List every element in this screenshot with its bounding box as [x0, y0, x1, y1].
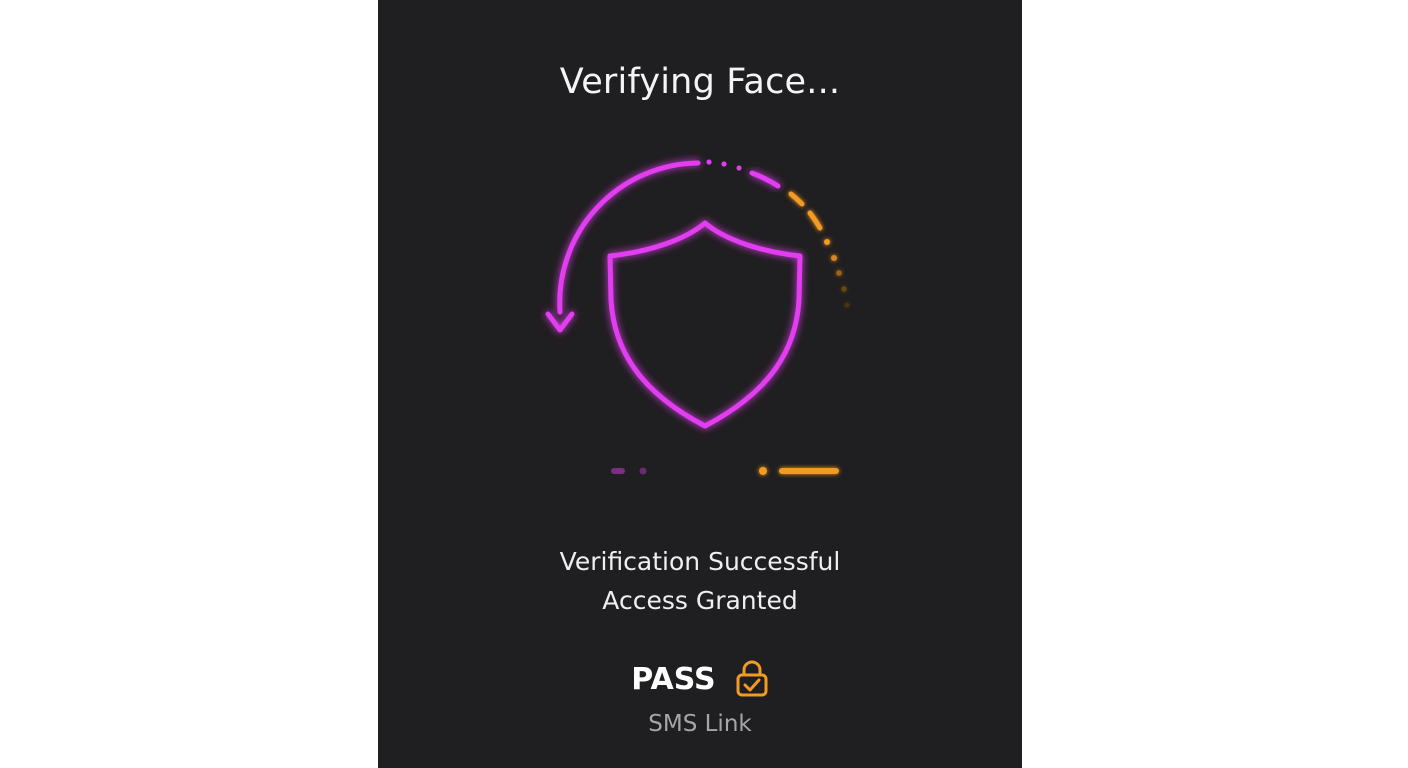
result-label: PASS	[631, 661, 716, 697]
verification-method[interactable]: SMS Link	[378, 711, 1022, 737]
lock-check-icon	[736, 660, 768, 697]
scan-progress-ring	[545, 160, 701, 333]
verification-status: Verification Successful	[559, 547, 841, 576]
scan-progress-dots	[706, 159, 781, 189]
access-status: Access Granted	[602, 586, 798, 615]
face-scan-graphic	[545, 159, 850, 475]
scan-indicator-left	[562, 467, 647, 475]
result-row: PASS	[378, 660, 1022, 700]
shield-icon	[607, 220, 803, 429]
verification-screen: Verifying Face... Verification Successfu…	[378, 0, 1022, 768]
scan-indicator-right	[759, 467, 839, 475]
